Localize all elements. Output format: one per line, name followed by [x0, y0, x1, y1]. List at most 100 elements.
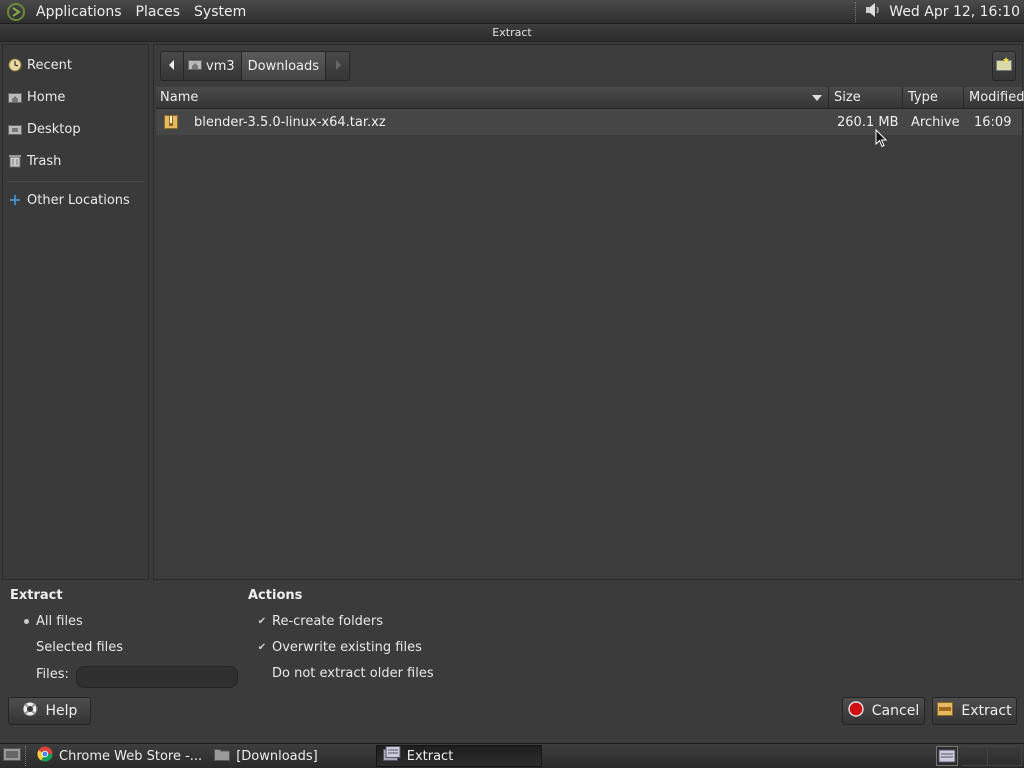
checkbox-overwrite-existing[interactable]: ✔ Overwrite existing files [256, 640, 422, 655]
checkbox-label: Overwrite existing files [272, 640, 422, 655]
chevron-right-icon [334, 59, 342, 74]
recent-icon [7, 57, 23, 73]
plus-icon [7, 192, 23, 208]
home-folder-icon [7, 89, 23, 105]
extract-options-panel: Extract All files Selected files Files: … [0, 581, 1024, 741]
sidebar-item-desktop[interactable]: Desktop [3, 113, 148, 145]
path-segment-downloads[interactable]: Downloads [241, 51, 327, 81]
radio-label: Selected files [36, 640, 124, 655]
workspace-2[interactable] [962, 746, 988, 766]
mouse-cursor-icon [875, 128, 888, 152]
radio-selected-files[interactable]: Selected files [20, 640, 123, 655]
path-back-button[interactable] [160, 51, 184, 81]
radio-all-files[interactable]: All files [20, 614, 83, 629]
cancel-button[interactable]: Cancel [842, 697, 925, 725]
radio-files[interactable]: Files: [20, 667, 69, 682]
path-segment-label: vm3 [206, 58, 235, 74]
window-title: Extract [0, 24, 1024, 42]
chevron-left-icon [168, 59, 176, 74]
show-desktop-icon[interactable] [3, 746, 21, 766]
task-label: [Downloads] [236, 748, 318, 764]
file-list: Name Size Type Modified blender-3.5.0-li… [156, 87, 1024, 579]
cancel-icon [848, 701, 864, 721]
column-name[interactable]: Name [156, 87, 829, 108]
column-modified[interactable]: Modified [964, 87, 1024, 108]
checkmark-icon: ✔ [257, 642, 267, 653]
extract-section-title: Extract [10, 588, 63, 603]
column-name-label: Name [160, 90, 199, 105]
workspace-3[interactable] [988, 746, 1022, 766]
file-name: blender-3.5.0-linux-x64.tar.xz [194, 114, 386, 130]
column-header: Name Size Type Modified [156, 87, 1024, 109]
folder-icon [214, 747, 231, 765]
column-size[interactable]: Size [829, 87, 903, 108]
extract-button[interactable]: Extract [932, 697, 1017, 725]
actions-section-title: Actions [248, 588, 303, 603]
sidebar-divider [7, 181, 144, 182]
new-folder-button[interactable] [992, 51, 1016, 81]
top-panel-tray: Wed Apr 12, 16:10 [851, 0, 1020, 24]
checkbox-label: Re-create folders [272, 614, 384, 629]
radio-label: All files [36, 614, 83, 629]
desktop-folder-icon [7, 121, 23, 137]
column-type[interactable]: Type [903, 87, 964, 108]
archive-manager-icon [382, 746, 401, 766]
sidebar-item-trash[interactable]: Trash [3, 145, 148, 177]
radio-unselected-icon [20, 669, 32, 681]
home-folder-icon [188, 58, 202, 74]
checkmark-icon: ✔ [257, 616, 267, 627]
sidebar-item-label: Recent [27, 57, 72, 73]
help-button[interactable]: Help [8, 697, 91, 725]
bottom-taskbar: Chrome Web Store -... [Downloads] Extrac… [0, 743, 1024, 768]
help-button-label: Help [45, 703, 78, 719]
radio-label: Files: [36, 667, 69, 682]
checkbox-do-not-extract-older[interactable]: Do not extract older files [256, 666, 434, 681]
new-folder-icon [996, 57, 1012, 75]
trash-icon [7, 153, 23, 169]
file-modified: 16:09 [974, 114, 1012, 130]
workspace-switcher-icon[interactable] [936, 746, 958, 768]
column-modified-label: Modified [969, 90, 1024, 105]
archive-icon [164, 114, 180, 130]
extract-button-label: Extract [961, 703, 1012, 719]
task-extract[interactable]: Extract [375, 745, 542, 767]
files-pattern-input[interactable] [76, 666, 238, 688]
places-sidebar: Recent Home Desktop Trash Other Location… [2, 44, 149, 580]
chrome-icon [37, 746, 53, 766]
sidebar-item-label: Other Locations [27, 192, 130, 208]
file-name-cell: blender-3.5.0-linux-x64.tar.xz [156, 114, 829, 130]
distro-logo-icon[interactable] [5, 1, 27, 23]
column-size-label: Size [834, 90, 861, 105]
file-row[interactable]: blender-3.5.0-linux-x64.tar.xz 260.1 MB … [156, 109, 1022, 135]
volume-icon[interactable] [863, 0, 883, 24]
sidebar-item-recent[interactable]: Recent [3, 49, 148, 81]
task-chrome[interactable]: Chrome Web Store -... [31, 745, 208, 767]
file-size: 260.1 MB [837, 114, 899, 130]
top-panel: Applications Places System Wed Apr 12, 1… [0, 0, 1024, 24]
file-type: Archive [911, 114, 960, 130]
task-downloads[interactable]: [Downloads] [208, 745, 324, 767]
radio-unselected-icon [20, 642, 32, 654]
task-label: Chrome Web Store -... [59, 748, 203, 764]
file-browser: vm3 Downloads Name Size Type Modified bl… [153, 44, 1024, 580]
radio-selected-icon [20, 616, 32, 628]
checkbox-unchecked-icon [256, 668, 268, 680]
path-segment-vm3[interactable]: vm3 [184, 51, 242, 81]
column-type-label: Type [908, 90, 938, 105]
clock[interactable]: Wed Apr 12, 16:10 [889, 4, 1020, 20]
sidebar-item-home[interactable]: Home [3, 81, 148, 113]
sidebar-item-other-locations[interactable]: Other Locations [3, 184, 148, 216]
panel-separator [855, 2, 857, 22]
menu-applications[interactable]: Applications [29, 1, 129, 23]
checkbox-recreate-folders[interactable]: ✔ Re-create folders [256, 614, 383, 629]
extract-icon [937, 702, 954, 720]
path-forward-button[interactable] [326, 51, 351, 81]
help-lifebuoy-icon [22, 701, 38, 721]
menu-system[interactable]: System [187, 1, 253, 23]
menu-places[interactable]: Places [129, 1, 188, 23]
task-label: Extract [406, 748, 454, 764]
cancel-button-label: Cancel [871, 703, 920, 719]
sidebar-item-label: Home [27, 89, 66, 105]
sidebar-item-label: Trash [27, 153, 62, 169]
sort-descending-icon [812, 95, 822, 101]
